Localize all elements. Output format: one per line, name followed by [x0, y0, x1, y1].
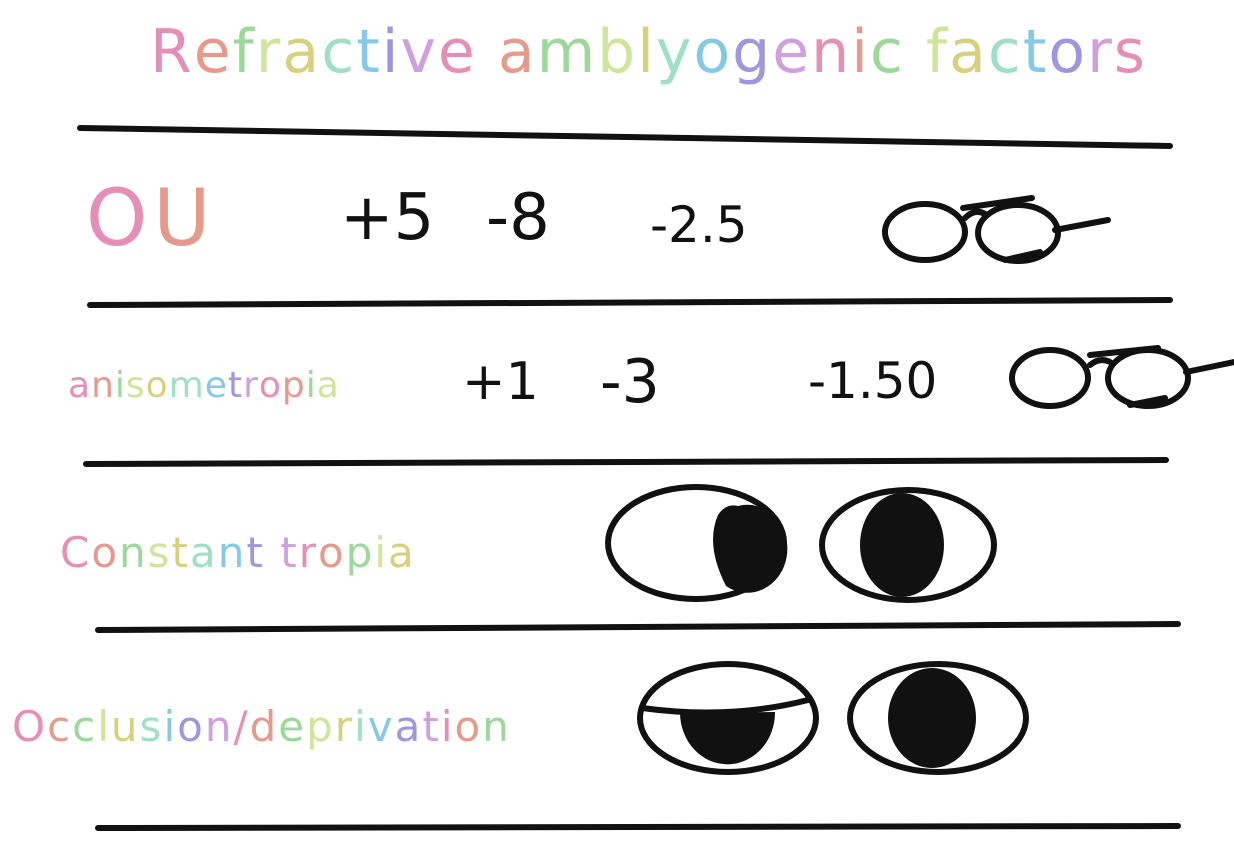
divider-line — [95, 823, 1181, 831]
eye-icon — [819, 487, 997, 603]
divider-line — [77, 125, 1173, 149]
value-sphere: +5 — [340, 181, 435, 255]
value-cylinder: -8 — [486, 181, 550, 255]
value-cylinder: -3 — [600, 347, 660, 417]
droopy-eyelid-eye-icon — [637, 661, 819, 775]
value-sphere: +1 — [462, 352, 539, 412]
glasses-icon — [1009, 345, 1234, 409]
value-axis: -1.50 — [808, 352, 938, 410]
eye-icon — [847, 661, 1029, 775]
glasses-icon — [882, 195, 1111, 264]
row-label: Occlusion/deprivation — [12, 702, 511, 751]
row-label: anisometropia — [68, 365, 340, 406]
notes-canvas: Refractive amblyogenic factors OU +5 -8 … — [0, 0, 1234, 841]
value-axis: -2.5 — [650, 196, 748, 254]
divider-line — [83, 457, 1169, 467]
row-label: OU — [86, 174, 217, 264]
divider-line — [95, 621, 1181, 633]
deviated-eye-icon — [605, 484, 788, 602]
divider-line — [87, 297, 1173, 308]
row-label: Constant tropia — [60, 528, 416, 577]
